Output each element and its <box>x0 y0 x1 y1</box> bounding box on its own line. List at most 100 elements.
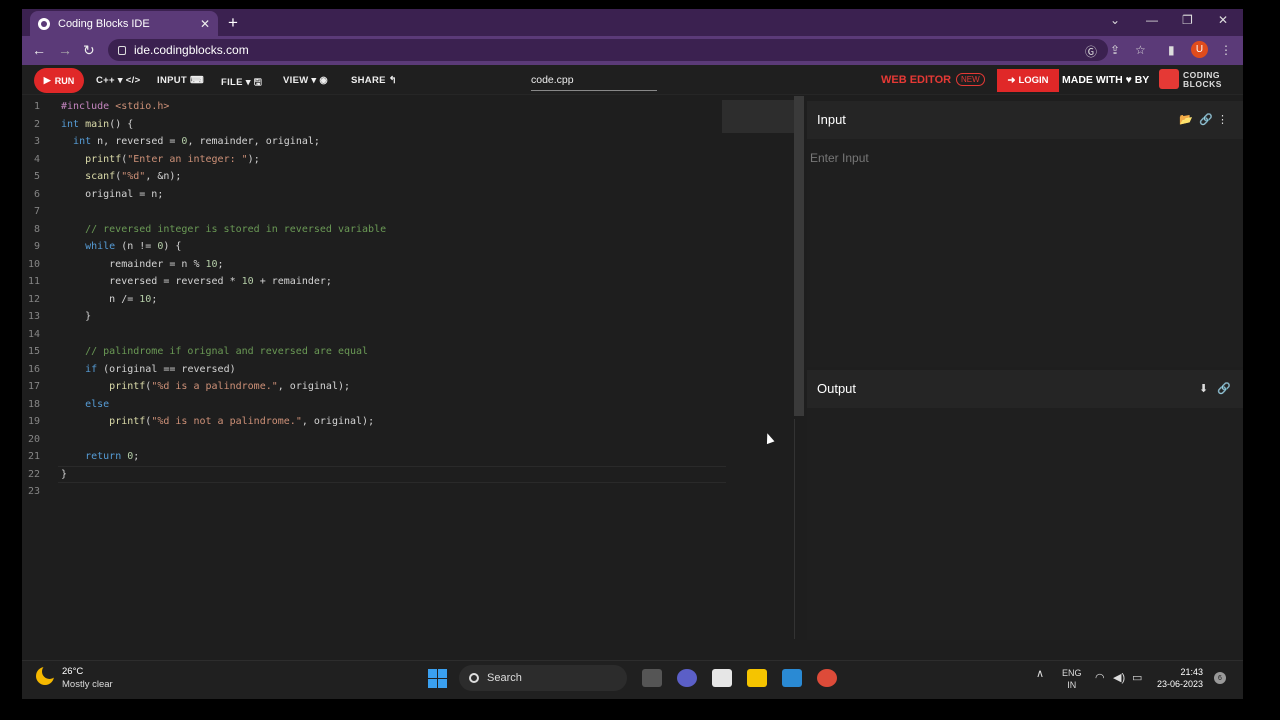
more-options-icon[interactable]: ⋮ <box>1217 113 1228 126</box>
share-button[interactable]: SHARE ↰ <box>351 75 397 86</box>
clock-date: 23-06-2023 <box>1157 679 1204 689</box>
code-line[interactable]: 10 remainder = n % 10; <box>22 256 722 274</box>
code-line[interactable]: 11 reversed = reversed * 10 + remainder; <box>22 273 722 291</box>
code-line[interactable]: 6 original = n; <box>22 186 722 204</box>
code-line[interactable]: 2 int main() { <box>22 116 722 134</box>
maximize-icon[interactable]: ❐ <box>1182 13 1193 27</box>
pane-divider[interactable] <box>794 419 795 639</box>
start-button[interactable] <box>428 669 447 688</box>
battery-icon[interactable]: ▭ <box>1132 671 1142 684</box>
search-icon <box>469 673 479 683</box>
lang-line-2: IN <box>1067 680 1077 690</box>
login-button[interactable]: ➜ LOGIN <box>997 69 1059 92</box>
clock-time: 21:43 <box>1180 667 1204 677</box>
input-panel: Input 📂 🔗 ⋮ Enter Input <box>807 101 1243 367</box>
code-line[interactable]: 5 scanf("%d", &n); <box>22 168 722 186</box>
web-editor-link[interactable]: WEB EDITOR <box>881 74 951 86</box>
output-panel-title: Output <box>817 381 857 396</box>
download-icon[interactable]: ⬇ <box>1199 382 1208 395</box>
input-panel-title: Input <box>817 112 846 127</box>
folder-open-icon[interactable]: 📂 <box>1179 113 1193 126</box>
code-line[interactable]: 7 <box>22 203 722 221</box>
code-line[interactable]: 14 <box>22 326 722 344</box>
menu-kebab-icon[interactable]: ⋮ <box>1220 43 1232 57</box>
weather-condition[interactable]: Mostly clear <box>62 679 113 690</box>
tab-search-icon[interactable]: ⌄ <box>1110 13 1120 27</box>
start-tile <box>428 669 437 678</box>
code-line[interactable]: 12 n /= 10; <box>22 291 722 309</box>
start-tile <box>428 679 437 688</box>
browser-tab-bar: Coding Blocks IDE ✕ + ⌄ — ❐ ✕ <box>22 9 1243 36</box>
new-tab-icon[interactable]: + <box>228 13 238 33</box>
volume-icon[interactable]: ◀) <box>1113 671 1125 684</box>
screen: Coding Blocks IDE ✕ + ⌄ — ❐ ✕ ← → ↻ ide.… <box>22 9 1243 699</box>
code-line[interactable]: 1 #include <stdio.h> <box>22 98 722 116</box>
weather-moon-icon[interactable] <box>36 664 57 685</box>
made-with-text: MADE WITH ♥ BY <box>1062 74 1150 86</box>
code-line[interactable]: 8 // reversed integer is stored in rever… <box>22 221 722 239</box>
close-tab-icon[interactable]: ✕ <box>200 17 210 31</box>
search-label: Search <box>487 672 522 684</box>
editor-scrollbar[interactable] <box>794 96 804 416</box>
window-close-icon[interactable]: ✕ <box>1218 13 1228 27</box>
profile-avatar[interactable]: U <box>1191 41 1208 58</box>
file-menu[interactable]: FILE ▾ 🖫 <box>221 75 262 91</box>
share-page-icon[interactable]: ⇪ <box>1110 43 1120 57</box>
filename-input[interactable]: code.cpp <box>531 74 657 91</box>
input-toggle-button[interactable]: INPUT ⌨ <box>157 75 204 86</box>
code-line[interactable]: 20 <box>22 431 722 449</box>
code-line[interactable]: 22} <box>22 466 722 484</box>
task-view-icon[interactable] <box>642 669 662 687</box>
code-line[interactable]: 4 printf("Enter an integer: "); <box>22 151 722 169</box>
url-field[interactable]: ide.codingblocks.com <box>108 39 1108 61</box>
code-line[interactable]: 23 <box>22 483 722 501</box>
code-editor[interactable]: 1 #include <stdio.h> 2 int main() { 3 int … <box>22 96 794 640</box>
side-panel-icon[interactable]: ▮ <box>1168 43 1175 57</box>
run-button[interactable]: ▶ RUN <box>34 68 84 93</box>
favicon-icon <box>38 17 50 30</box>
chrome-icon[interactable] <box>817 669 837 687</box>
lang-line-1: ENG <box>1062 668 1082 678</box>
code-line[interactable]: 3 int n, reversed = 0, remainder, origin… <box>22 133 722 151</box>
paint-icon[interactable] <box>782 669 802 687</box>
code-line[interactable]: 15 // palindrome if orignal and reversed… <box>22 343 722 361</box>
file-explorer-icon[interactable] <box>747 669 767 687</box>
wifi-icon[interactable]: ◠ <box>1095 671 1105 684</box>
attach-icon[interactable]: 🔗 <box>1199 113 1213 126</box>
forward-icon[interactable]: → <box>58 42 72 58</box>
browser-tab[interactable]: Coding Blocks IDE ✕ <box>30 11 218 36</box>
code-line[interactable]: 9 while (n != 0) { <box>22 238 722 256</box>
minimize-icon[interactable]: — <box>1146 13 1158 27</box>
lock-icon <box>118 45 126 55</box>
output-attach-icon[interactable]: 🔗 <box>1217 382 1231 395</box>
teams-icon[interactable] <box>677 669 697 687</box>
code-line[interactable]: 19 printf("%d is not a palindrome.", ori… <box>22 413 722 431</box>
language-indicator[interactable]: ENG IN <box>1062 667 1082 691</box>
weather-temperature[interactable]: 26°C <box>62 666 83 677</box>
coding-blocks-logo-icon[interactable] <box>1159 69 1179 89</box>
windows-taskbar: 26°C Mostly clear Search ∧ ENG IN ◠ ◀) ▭… <box>22 660 1243 699</box>
start-tile <box>438 679 447 688</box>
language-dropdown[interactable]: C++ ▾ </> <box>96 75 140 86</box>
back-icon[interactable]: ← <box>32 42 46 58</box>
login-label: LOGIN <box>1018 75 1049 86</box>
store-icon[interactable] <box>712 669 732 687</box>
google-icon[interactable]: Ⓖ <box>1085 43 1097 60</box>
minimap[interactable] <box>722 100 794 133</box>
clock[interactable]: 21:43 23-06-2023 <box>1157 666 1203 690</box>
input-textarea[interactable]: Enter Input <box>810 151 869 165</box>
ide-toolbar: ▶ RUN C++ ▾ </> INPUT ⌨ FILE ▾ 🖫 VIEW ▾ … <box>22 65 1243 95</box>
reload-icon[interactable]: ↻ <box>83 42 95 59</box>
show-hidden-icons-icon[interactable]: ∧ <box>1036 667 1044 680</box>
code-line[interactable]: 21 return 0; <box>22 448 722 466</box>
code-line[interactable]: 16 if (original == reversed) <box>22 361 722 379</box>
code-line[interactable]: 13 } <box>22 308 722 326</box>
view-menu[interactable]: VIEW ▾ ◉ <box>283 75 328 86</box>
bookmark-star-icon[interactable]: ☆ <box>1135 43 1146 57</box>
code-line[interactable]: 17 printf("%d is a palindrome.", origina… <box>22 378 722 396</box>
code-line[interactable]: 18 else <box>22 396 722 414</box>
address-bar-row: ← → ↻ ide.codingblocks.com Ⓖ ⇪ ☆ ▮ U ⋮ <box>22 36 1243 65</box>
brand-line-2: BLOCKS <box>1183 79 1222 89</box>
taskbar-search[interactable]: Search <box>459 665 627 691</box>
notification-badge[interactable]: 6 <box>1214 672 1226 684</box>
